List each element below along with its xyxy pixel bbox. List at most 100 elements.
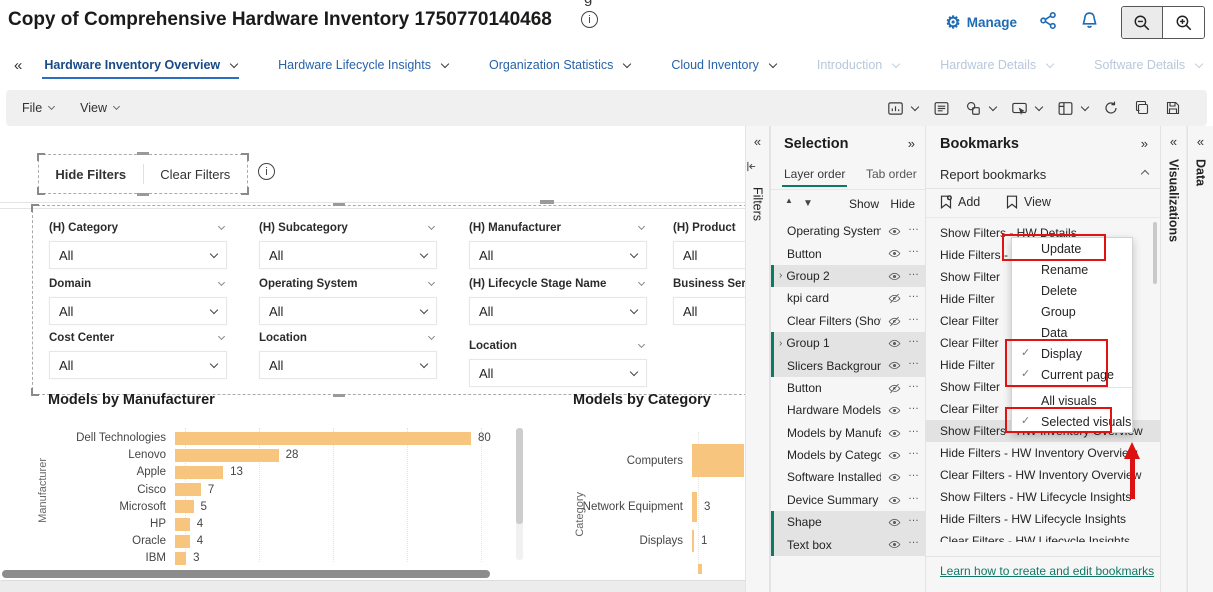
- more-options-icon[interactable]: …: [908, 512, 919, 524]
- eye-visible-icon[interactable]: [888, 404, 901, 420]
- page-tab-cloud-inventory[interactable]: Cloud Inventory: [669, 49, 778, 81]
- chevron-down-icon[interactable]: [420, 359, 428, 367]
- canvas-horizontal-scrollbar[interactable]: [2, 570, 490, 578]
- layer-item-button[interactable]: Button…: [771, 377, 925, 399]
- data-rail-label[interactable]: Data: [1194, 159, 1208, 186]
- menu-item-delete[interactable]: Delete: [1012, 280, 1132, 301]
- resize-handle[interactable]: [137, 193, 149, 196]
- clear-filters-button[interactable]: Clear Filters: [144, 167, 248, 182]
- slicer-dropdown[interactable]: All: [259, 297, 437, 325]
- bar[interactable]: [692, 492, 697, 522]
- bar[interactable]: [175, 466, 223, 479]
- slicer-dropdown[interactable]: All: [259, 241, 437, 269]
- more-options-icon[interactable]: …: [908, 266, 919, 278]
- bar[interactable]: [175, 500, 194, 513]
- menu-item-selected-visuals[interactable]: ✓Selected visuals: [1012, 411, 1132, 432]
- layer-item-kpi-card[interactable]: kpi card…: [771, 287, 925, 309]
- chevron-down-icon[interactable]: [210, 359, 218, 367]
- menu-item-data[interactable]: Data: [1012, 322, 1132, 343]
- menu-item-display[interactable]: ✓Display: [1012, 343, 1132, 364]
- chevron-down-icon[interactable]: [1195, 59, 1203, 67]
- eye-visible-icon[interactable]: [888, 516, 901, 532]
- report-info-icon[interactable]: i: [581, 11, 598, 28]
- slicer-dropdown[interactable]: All: [469, 359, 647, 387]
- more-options-icon[interactable]: …: [908, 355, 919, 367]
- expand-chevron-icon[interactable]: ›: [779, 270, 782, 281]
- more-options-icon[interactable]: …: [908, 221, 919, 233]
- slicer-dropdown[interactable]: All: [49, 297, 227, 325]
- more-options-icon[interactable]: …: [908, 534, 919, 546]
- more-options-icon[interactable]: …: [908, 400, 919, 412]
- move-layer-up-button[interactable]: ▲: [785, 196, 793, 205]
- page-tab-organization-statistics[interactable]: Organization Statistics: [487, 49, 632, 81]
- layer-item-shape[interactable]: Shape…: [771, 511, 925, 533]
- present-tool[interactable]: [1011, 100, 1042, 117]
- eye-visible-icon[interactable]: [888, 538, 901, 554]
- chevron-down-icon[interactable]: [218, 333, 225, 340]
- report-bookmarks-section[interactable]: Report bookmarks: [926, 162, 1160, 189]
- more-options-icon[interactable]: …: [908, 333, 919, 345]
- bookmarks-scrollbar[interactable]: [1153, 222, 1157, 284]
- chevron-down-icon[interactable]: [630, 249, 638, 257]
- expand-data-icon[interactable]: «: [1188, 134, 1213, 149]
- filters-rail-label[interactable]: Filters: [751, 187, 765, 221]
- new-visual-tool[interactable]: [887, 100, 918, 117]
- collapse-bookmarks-pane-icon[interactable]: »: [1141, 136, 1148, 151]
- page-tab-introduction[interactable]: Introduction: [815, 49, 901, 81]
- expand-chevron-icon[interactable]: ›: [779, 338, 782, 349]
- expand-visualizations-icon[interactable]: «: [1161, 134, 1186, 149]
- chevron-down-icon[interactable]: [989, 102, 997, 110]
- bookmarks-help-link[interactable]: Learn how to create and edit bookmarks: [940, 564, 1154, 578]
- layer-item-group-2[interactable]: ›Group 2…: [771, 265, 925, 287]
- layer-item-group-1[interactable]: ›Group 1…: [771, 332, 925, 354]
- layer-item-software-installed-on-[interactable]: Software Installed on ...…: [771, 466, 925, 488]
- more-options-icon[interactable]: …: [908, 423, 919, 435]
- slicer-dropdown[interactable]: All: [673, 297, 745, 325]
- layer-item-hardware-models-de-[interactable]: Hardware Models De...…: [771, 399, 925, 421]
- resize-handle[interactable]: [137, 152, 149, 155]
- page-tab-software-details[interactable]: Software Details: [1092, 49, 1204, 81]
- chart-vertical-scrollbar[interactable]: [516, 428, 523, 560]
- more-options-icon[interactable]: …: [908, 490, 919, 502]
- slicer-dropdown[interactable]: All: [49, 241, 227, 269]
- layer-item-models-by-category[interactable]: Models by Category…: [771, 444, 925, 466]
- eye-visible-icon[interactable]: [888, 427, 901, 443]
- selection-handle[interactable]: [241, 187, 249, 195]
- notifications-bell-icon[interactable]: [1080, 11, 1099, 35]
- page-tab-hardware-lifecycle-insights[interactable]: Hardware Lifecycle Insights: [276, 49, 450, 81]
- eye-visible-icon[interactable]: [888, 494, 901, 510]
- save-tool[interactable]: [1165, 100, 1181, 116]
- resize-handle[interactable]: [540, 200, 554, 204]
- shapes-tool[interactable]: [965, 100, 996, 117]
- chevron-down-icon[interactable]: [638, 223, 645, 230]
- bar[interactable]: [175, 552, 186, 565]
- bookmark-item-clear-filters-hw-lifecycle-insights[interactable]: Clear Filters - HW Lifecycle Insights: [926, 530, 1160, 542]
- view-bookmarks-button[interactable]: View: [1006, 195, 1051, 209]
- bar[interactable]: [175, 432, 471, 445]
- chevron-down-icon[interactable]: [420, 305, 428, 313]
- resize-handle[interactable]: [333, 203, 345, 206]
- add-bookmark-button[interactable]: Add: [940, 195, 980, 209]
- page-tab-hardware-details[interactable]: Hardware Details: [938, 49, 1055, 81]
- tabs-scroll-left-icon[interactable]: «: [14, 58, 22, 73]
- chevron-down-icon[interactable]: [630, 305, 638, 313]
- chevron-down-icon[interactable]: [210, 305, 218, 313]
- layer-item-operating-system-su-[interactable]: Operating System Su...…: [771, 220, 925, 242]
- share-icon[interactable]: [1039, 11, 1058, 35]
- chevron-down-icon[interactable]: [911, 102, 919, 110]
- collapse-selection-pane-icon[interactable]: »: [908, 136, 915, 151]
- bar[interactable]: [692, 444, 744, 477]
- more-options-icon[interactable]: …: [908, 445, 919, 457]
- bar[interactable]: [175, 449, 279, 462]
- bar-partial[interactable]: [698, 564, 702, 574]
- show-all-button[interactable]: Show: [849, 197, 879, 211]
- bar[interactable]: [175, 483, 201, 496]
- chevron-down-icon[interactable]: [1081, 102, 1089, 110]
- bar[interactable]: [692, 530, 694, 552]
- hide-all-button[interactable]: Hide: [890, 197, 915, 211]
- models-by-category-visual[interactable]: Models by Category Category ComputersNet…: [560, 392, 745, 570]
- more-options-icon[interactable]: …: [908, 467, 919, 479]
- chevron-down-icon[interactable]: [428, 279, 435, 286]
- zoom-out-button[interactable]: [1122, 7, 1163, 38]
- chevron-down-icon[interactable]: [210, 249, 218, 257]
